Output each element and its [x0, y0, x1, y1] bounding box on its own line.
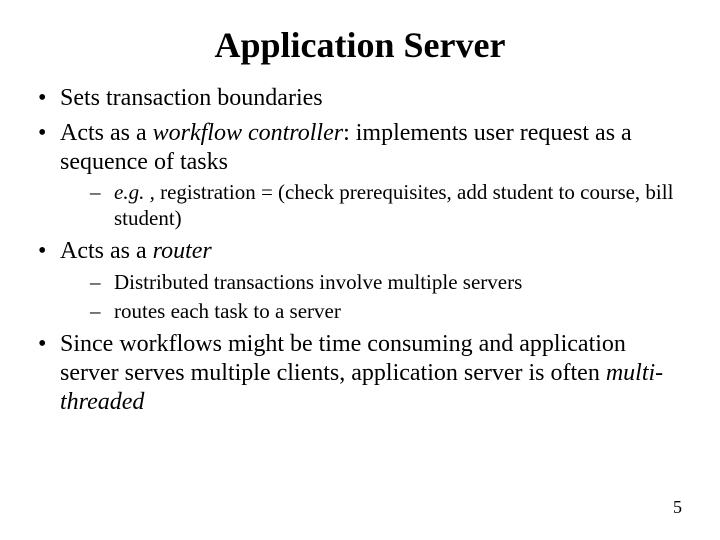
- sub-bullet-item: Distributed transactions involve multipl…: [60, 270, 690, 295]
- bullet-list: Sets transaction boundaries Acts as a wo…: [30, 84, 690, 416]
- slide-title: Application Server: [30, 24, 690, 66]
- sub-bullet-item: routes each task to a server: [60, 299, 690, 324]
- sub-bullet-list: Distributed transactions involve multipl…: [60, 270, 690, 324]
- bullet-text: Since workflows might be time consuming …: [60, 331, 626, 386]
- bullet-text: Acts as a: [60, 120, 153, 146]
- bullet-item: Acts as a workflow controller: implement…: [30, 119, 690, 231]
- bullet-italic: workflow controller: [153, 120, 343, 146]
- sub-bullet-text: registration = (check prerequisites, add…: [114, 180, 673, 229]
- bullet-item: Sets transaction boundaries: [30, 84, 690, 113]
- sub-bullet-list: e.g. , registration = (check prerequisit…: [60, 180, 690, 230]
- sub-bullet-item: e.g. , registration = (check prerequisit…: [60, 180, 690, 230]
- sub-bullet-italic: e.g. ,: [114, 180, 155, 204]
- bullet-text: Acts as a: [60, 238, 153, 264]
- page-number: 5: [673, 497, 682, 518]
- bullet-item: Acts as a router Distributed transaction…: [30, 237, 690, 324]
- bullet-italic: router: [153, 238, 212, 264]
- bullet-item: Since workflows might be time consuming …: [30, 330, 690, 416]
